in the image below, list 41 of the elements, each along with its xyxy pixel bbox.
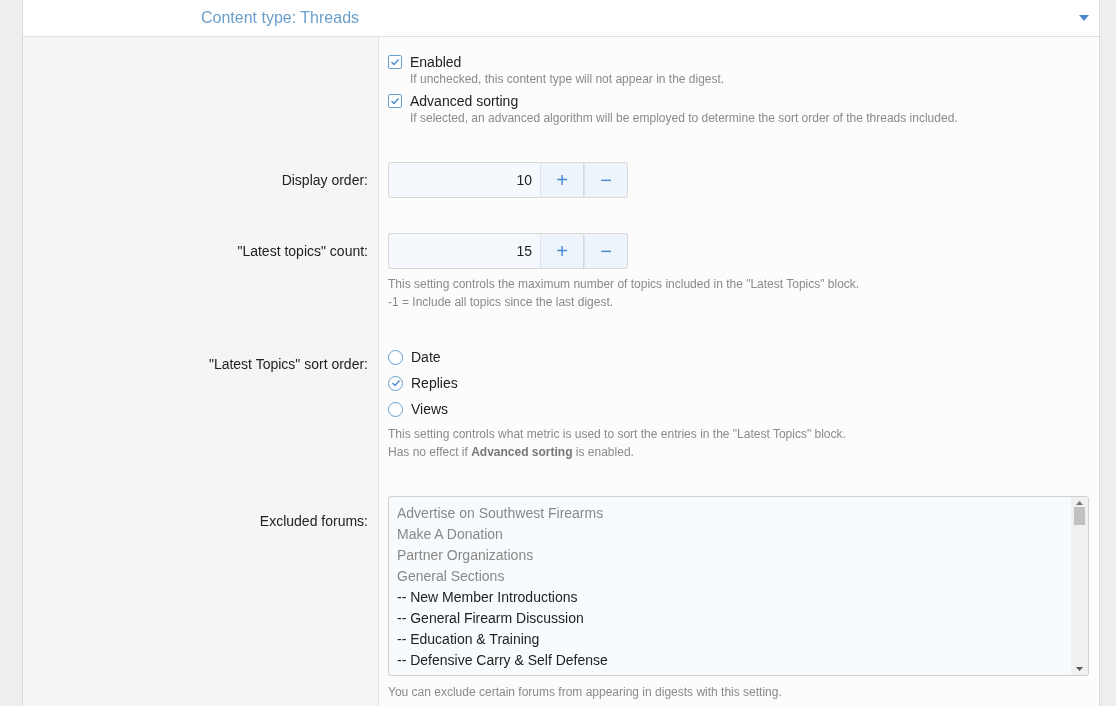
forum-option[interactable]: -- New Member Introductions [397,587,1063,608]
forum-option[interactable]: -- Defensive Carry & Self Defense [397,650,1063,671]
checkbox[interactable] [388,55,402,69]
forum-option[interactable]: -- General Firearm Discussion [397,608,1063,629]
radio-option[interactable]: Views [388,401,1089,417]
field-label: Excluded forums: [258,512,369,531]
field-label: Display order: [280,171,369,190]
number-field[interactable]: 15 [388,233,540,269]
forum-option: Make A Donation [397,524,1063,545]
field-hint: This setting controls the maximum number of topics included in the "Latest Topics" block. [388,276,861,293]
checkbox-option[interactable]: Advanced sorting [388,93,1089,109]
radio-option[interactable]: Replies [388,375,1089,391]
forum-option: General Sections [397,566,1063,587]
field-hint: -1 = Include all topics since the last digest. [388,294,615,311]
scroll-up-icon[interactable] [1076,501,1083,505]
radio-button[interactable] [388,349,403,365]
checkbox-option[interactable]: Enabled [388,54,1089,70]
field-hint: You can exclude certain forums from appearing in digests with this setting. [388,684,783,701]
option-hint: If selected, an advanced algorithm will be employed to determine the sort order of the threads included. [409,110,959,127]
section-title: Content type: Threads [201,9,361,27]
check-icon [390,378,401,388]
radio-button[interactable] [388,375,403,391]
field-label: "Latest Topics" sort order: [207,355,369,374]
number-field[interactable]: 10 [388,162,540,198]
option-hint: If unchecked, this content type will not appear in the digest. [409,71,726,88]
field-hint: Has no effect if Advanced sorting is enabled. [388,444,635,461]
checkbox[interactable] [388,94,402,108]
radio-button[interactable] [388,401,403,417]
forum-list[interactable] [388,496,1089,676]
scroll-thumb[interactable] [1074,507,1085,525]
check-icon [390,96,400,106]
check-icon [390,57,400,67]
forum-option: Advertise on Southwest Firearms [397,503,1063,524]
field-hint: This setting controls what metric is used to sort the entries in the "Latest Topics" block. [388,426,847,443]
field-label: "Latest topics" count: [236,242,369,261]
scroll-down-icon[interactable] [1076,667,1083,671]
forum-option[interactable]: -- Education & Training [397,629,1063,650]
scrollbar[interactable] [1071,497,1088,675]
caret-icon[interactable] [1079,15,1089,21]
radio-option[interactable]: Date [388,349,1089,365]
forum-option: Partner Organizations [397,545,1063,566]
